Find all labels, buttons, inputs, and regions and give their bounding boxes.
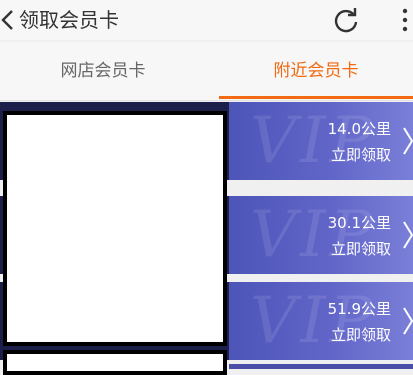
chevron-right-icon [403, 127, 413, 155]
refresh-icon[interactable] [332, 6, 360, 34]
distance-label: 30.1公里 [327, 214, 391, 232]
more-vertical-icon[interactable] [398, 6, 412, 34]
card-watermark: VIP [250, 284, 377, 358]
distance-label: 51.9公里 [327, 300, 391, 318]
tab-bar: 网店会员卡 附近会员卡 [0, 42, 413, 101]
distance-label: 14.0公里 [327, 120, 391, 138]
chevron-right-icon [403, 221, 413, 249]
card-watermark: VIP [250, 104, 377, 178]
claim-button[interactable]: 立即领取 [331, 324, 391, 345]
card-watermark: VIP [250, 198, 377, 272]
redacted-area [3, 350, 227, 375]
card-background [229, 364, 413, 369]
chevron-left-icon[interactable] [0, 9, 16, 31]
tab-nearby-card[interactable]: 附近会员卡 [219, 42, 413, 100]
tab-online-store-card[interactable]: 网店会员卡 [0, 42, 206, 100]
chevron-right-icon [403, 307, 413, 335]
claim-button[interactable]: 立即领取 [331, 238, 391, 259]
redacted-area [3, 111, 227, 346]
page-title: 领取会员卡 [19, 8, 119, 32]
active-tab-indicator [219, 96, 413, 99]
claim-button[interactable]: 立即领取 [331, 144, 391, 165]
top-bar: 领取会员卡 [0, 0, 413, 40]
